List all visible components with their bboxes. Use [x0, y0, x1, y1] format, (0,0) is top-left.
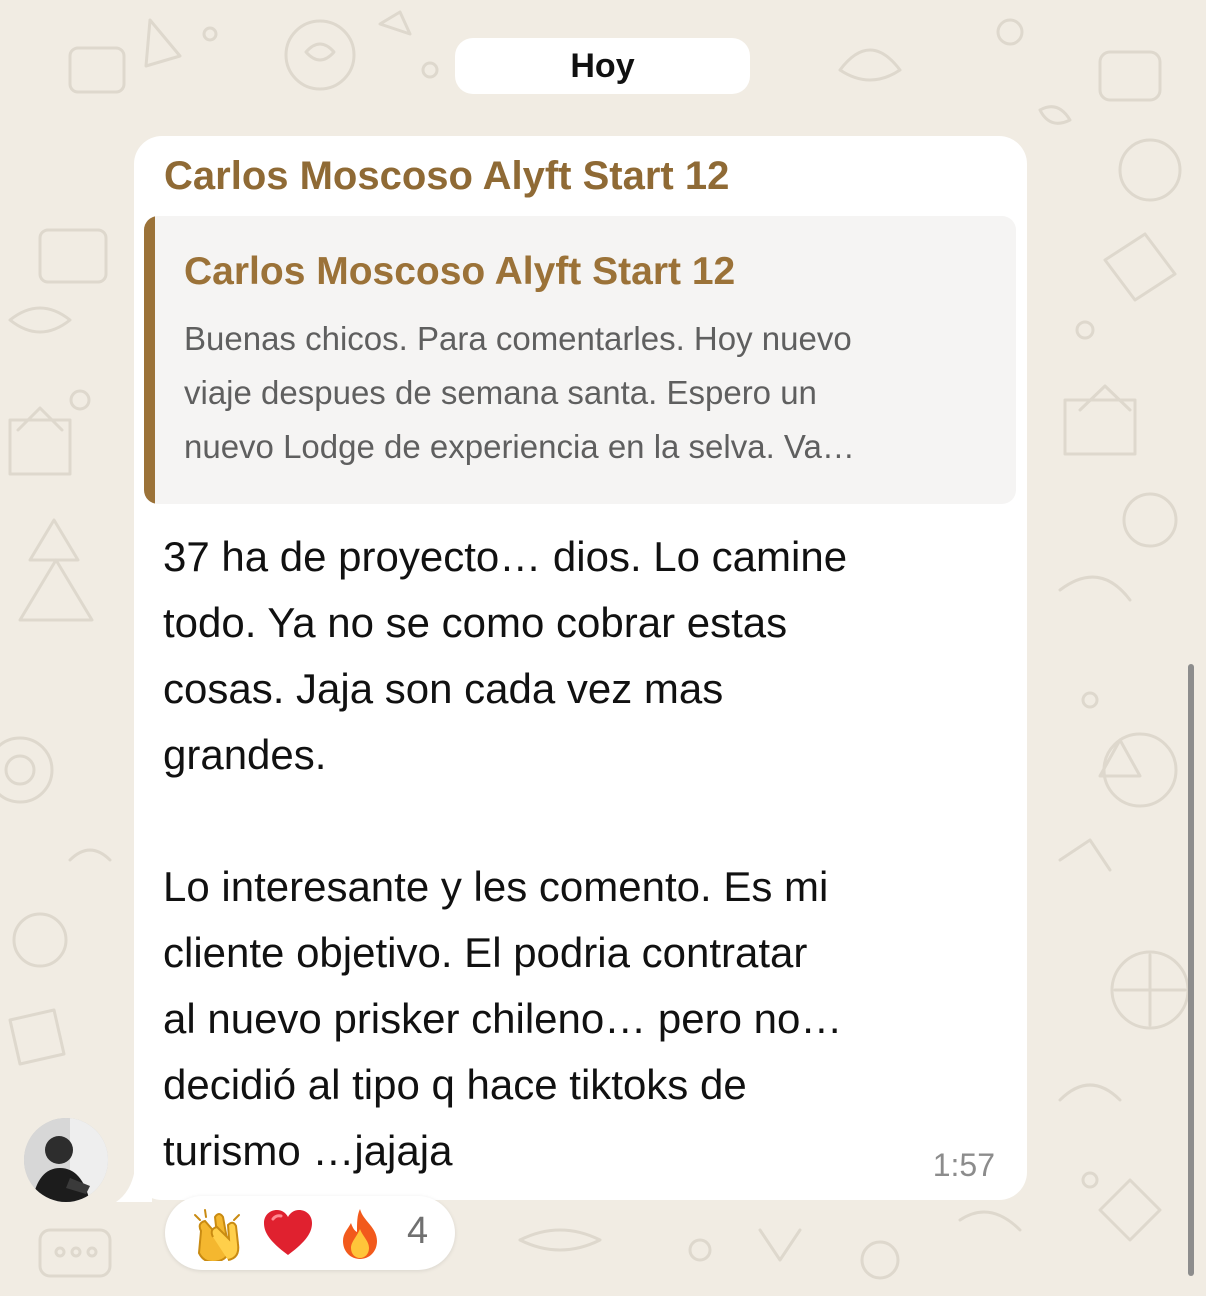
sender-avatar[interactable] [24, 1118, 108, 1202]
message-line: todo. Ya no se como cobrar estas [163, 599, 788, 646]
message-bubble[interactable]: Carlos Moscoso Alyft Start 12 Carlos Mos… [134, 136, 1027, 1200]
quoted-text-line: viaje despues de semana santa. Espero un [184, 374, 817, 411]
reactions-bar[interactable]: 4 [165, 1196, 455, 1270]
fire-icon [343, 1209, 377, 1259]
message-line: al nuevo prisker chileno… pero no… [163, 995, 843, 1042]
message-timestamp: 1:57 [932, 1147, 995, 1183]
quote-accent-bar [144, 216, 155, 504]
person-photo-icon [24, 1118, 108, 1202]
message-text: 37 ha de proyecto… dios. Lo camine todo.… [163, 524, 1003, 1184]
message-line [163, 788, 1003, 854]
sender-name[interactable]: Carlos Moscoso Alyft Start 12 [164, 154, 729, 199]
message-line: grandes. [163, 731, 327, 778]
scrollbar[interactable] [1188, 664, 1194, 1276]
quoted-text-line: nuevo Lodge de experiencia en la selva. … [184, 428, 855, 465]
quoted-author: Carlos Moscoso Alyft Start 12 [184, 250, 736, 293]
quoted-text: Buenas chicos. Para comentarles. Hoy nue… [184, 312, 1006, 474]
message-line: cliente objetivo. El podria contratar [163, 929, 808, 976]
quoted-message[interactable]: Carlos Moscoso Alyft Start 12 Buenas chi… [144, 216, 1016, 504]
clapping-hands-icon [194, 1209, 240, 1261]
message-line: decidió al tipo q hace tiktoks de [163, 1061, 747, 1108]
message-line: turismo …jajaja [163, 1127, 453, 1174]
message-line: Lo interesante y les comento. Es mi [163, 863, 829, 910]
quoted-text-line: Buenas chicos. Para comentarles. Hoy nue… [184, 320, 852, 357]
reaction-count: 4 [407, 1210, 429, 1252]
red-heart-icon [264, 1210, 312, 1255]
date-separator: Hoy [455, 38, 750, 94]
message-line: 37 ha de proyecto… dios. Lo camine [163, 533, 848, 580]
message-line: cosas. Jaja son cada vez mas [163, 665, 724, 712]
